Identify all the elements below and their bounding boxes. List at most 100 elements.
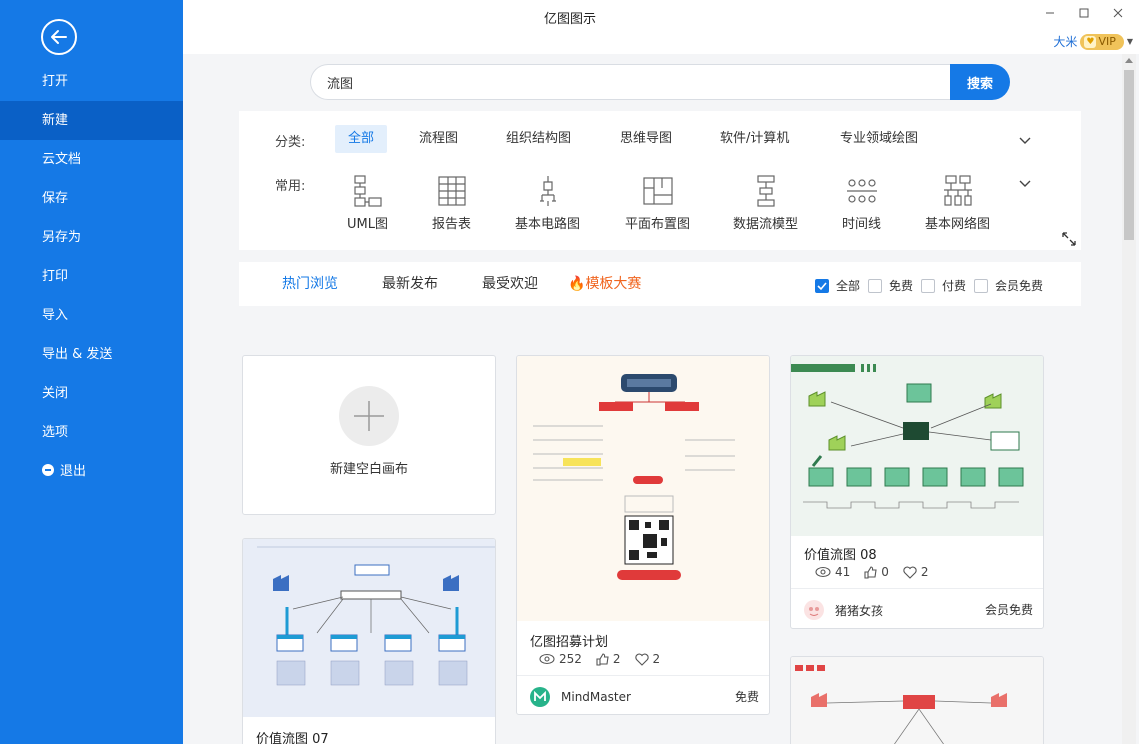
- likes-stat[interactable]: 2: [596, 652, 621, 666]
- search-button[interactable]: 搜索: [950, 64, 1010, 100]
- common-report[interactable]: 报告表: [432, 173, 471, 232]
- template-thumbnail: [791, 356, 1043, 536]
- common-circuit[interactable]: 基本电路图: [515, 173, 580, 232]
- tab-contest-label: 模板大赛: [585, 276, 642, 292]
- menu-new[interactable]: 新建: [0, 101, 183, 140]
- search-bar: 搜索: [310, 64, 1010, 100]
- filter-member-free-checkbox[interactable]: [974, 278, 988, 293]
- card-author[interactable]: MindMaster: [529, 686, 631, 708]
- menu-open[interactable]: 打开: [0, 62, 183, 101]
- scroll-thumb[interactable]: [1124, 70, 1134, 240]
- category-mind-map[interactable]: 思维导图: [607, 125, 685, 153]
- mindmaster-logo-icon: [530, 687, 550, 707]
- close-icon[interactable]: [1109, 4, 1127, 22]
- user-area[interactable]: 大米 ♥ VIP ▼: [1053, 33, 1133, 50]
- common-network[interactable]: 基本网络图: [925, 173, 990, 232]
- tab-contest[interactable]: 🔥模板大赛: [568, 262, 641, 306]
- author-name: 猪猪女孩: [835, 603, 884, 618]
- category-software[interactable]: 软件/计算机: [707, 125, 802, 153]
- heart-icon: [903, 566, 917, 579]
- vertical-scrollbar[interactable]: [1122, 54, 1136, 744]
- menu-import[interactable]: 导入: [0, 296, 183, 335]
- common-expand-chevron-icon[interactable]: [1017, 175, 1033, 191]
- new-blank-card[interactable]: 新建空白画布: [242, 355, 496, 515]
- card-title[interactable]: 价值流图 07: [256, 728, 329, 744]
- tab-newest[interactable]: 最新发布: [382, 262, 438, 306]
- favs-stat[interactable]: 2: [903, 565, 929, 579]
- network-icon: [943, 175, 972, 206]
- tab-popular[interactable]: 最受欢迎: [482, 262, 538, 306]
- filter-member-free[interactable]: 会员免费: [974, 277, 1043, 294]
- report-icon: [437, 176, 466, 206]
- category-expand-chevron-icon[interactable]: [1017, 132, 1033, 148]
- user-dropdown-icon[interactable]: ▼: [1127, 37, 1133, 46]
- menu-exit[interactable]: 退出: [0, 452, 183, 491]
- price-label: 会员免费: [984, 603, 1033, 617]
- filter-all-checkbox[interactable]: [815, 278, 829, 293]
- category-flowchart[interactable]: 流程图: [406, 125, 471, 153]
- menu-save[interactable]: 保存: [0, 179, 183, 218]
- filter-paid-checkbox[interactable]: [921, 278, 935, 293]
- scroll-up-icon[interactable]: [1125, 57, 1133, 63]
- menu-cloud-docs[interactable]: 云文档: [0, 140, 183, 179]
- filter-free[interactable]: 免费: [868, 277, 913, 294]
- search-input[interactable]: [310, 64, 950, 100]
- filter-all[interactable]: 全部: [815, 277, 860, 294]
- filter-all-label: 全部: [836, 279, 861, 293]
- template-card[interactable]: [790, 656, 1044, 744]
- filter-member-free-label: 会员免费: [995, 279, 1044, 293]
- user-name[interactable]: 大米: [1053, 33, 1077, 50]
- vip-badge[interactable]: ♥ VIP: [1080, 33, 1124, 50]
- user-avatar-icon: [804, 600, 824, 620]
- menu-save-as[interactable]: 另存为: [0, 218, 183, 257]
- views-count: 252: [559, 652, 582, 666]
- views-stat: 252: [539, 652, 582, 666]
- back-icon[interactable]: [41, 19, 77, 55]
- menu-close[interactable]: 关闭: [0, 374, 183, 413]
- card-author[interactable]: 猪猪女孩: [803, 599, 883, 621]
- views-count: 41: [835, 565, 851, 579]
- menu-print[interactable]: 打印: [0, 257, 183, 296]
- likes-count: 2: [612, 652, 621, 666]
- common-timeline[interactable]: 时间线: [842, 173, 881, 232]
- template-thumbnail: [517, 356, 769, 621]
- filter-free-checkbox[interactable]: [868, 278, 882, 293]
- card-stats: 41 0 2: [815, 565, 929, 579]
- card-footer: 猪猪女孩 会员免费: [791, 588, 1043, 628]
- filter-paid[interactable]: 付费: [921, 277, 966, 294]
- tab-hot[interactable]: 热门浏览: [282, 262, 338, 306]
- menu-options[interactable]: 选项: [0, 413, 183, 452]
- fullscreen-expand-icon[interactable]: [1061, 231, 1077, 247]
- common-uml-label: UML图: [347, 217, 388, 232]
- common-dataflow[interactable]: 数据流模型: [733, 173, 798, 232]
- heart-icon: [634, 653, 649, 666]
- common-floorplan-label: 平面布置图: [625, 217, 691, 232]
- common-circuit-label: 基本电路图: [515, 217, 581, 232]
- category-org-chart[interactable]: 组织结构图: [493, 125, 584, 153]
- likes-count: 0: [881, 565, 889, 579]
- maximize-icon[interactable]: [1075, 4, 1093, 22]
- template-thumbnail: [791, 657, 1043, 744]
- category-all[interactable]: 全部: [335, 125, 388, 153]
- likes-stat[interactable]: 0: [864, 565, 889, 579]
- common-uml[interactable]: UML图: [347, 173, 388, 232]
- minimize-icon[interactable]: [1041, 4, 1059, 22]
- common-dataflow-label: 数据流模型: [733, 217, 799, 232]
- card-title[interactable]: 亿图招募计划: [530, 631, 608, 650]
- favs-count: 2: [920, 565, 929, 579]
- common-floorplan[interactable]: 平面布置图: [625, 173, 690, 232]
- template-card[interactable]: 价值流图 07: [242, 538, 496, 744]
- common-label: 常用:: [275, 179, 306, 194]
- uml-icon: [354, 175, 383, 207]
- title-bar: 亿图图示 大米 ♥ VIP ▼: [183, 0, 1139, 54]
- category-professional[interactable]: 专业领域绘图: [827, 125, 931, 153]
- card-title[interactable]: 价值流图 08: [804, 544, 877, 563]
- common-report-label: 报告表: [432, 217, 472, 232]
- thumbs-up-icon: [864, 565, 877, 579]
- template-card[interactable]: 价值流图 08 41 0 2 猪猪女孩 会员免费: [790, 355, 1044, 629]
- favs-stat[interactable]: 2: [634, 652, 660, 666]
- timeline-icon: [846, 179, 877, 203]
- app-title: 亿图图示: [543, 12, 596, 27]
- menu-export-send[interactable]: 导出 & 发送: [0, 335, 183, 374]
- template-card[interactable]: 亿图招募计划 252 2 2 MindMaster 免费: [516, 355, 770, 715]
